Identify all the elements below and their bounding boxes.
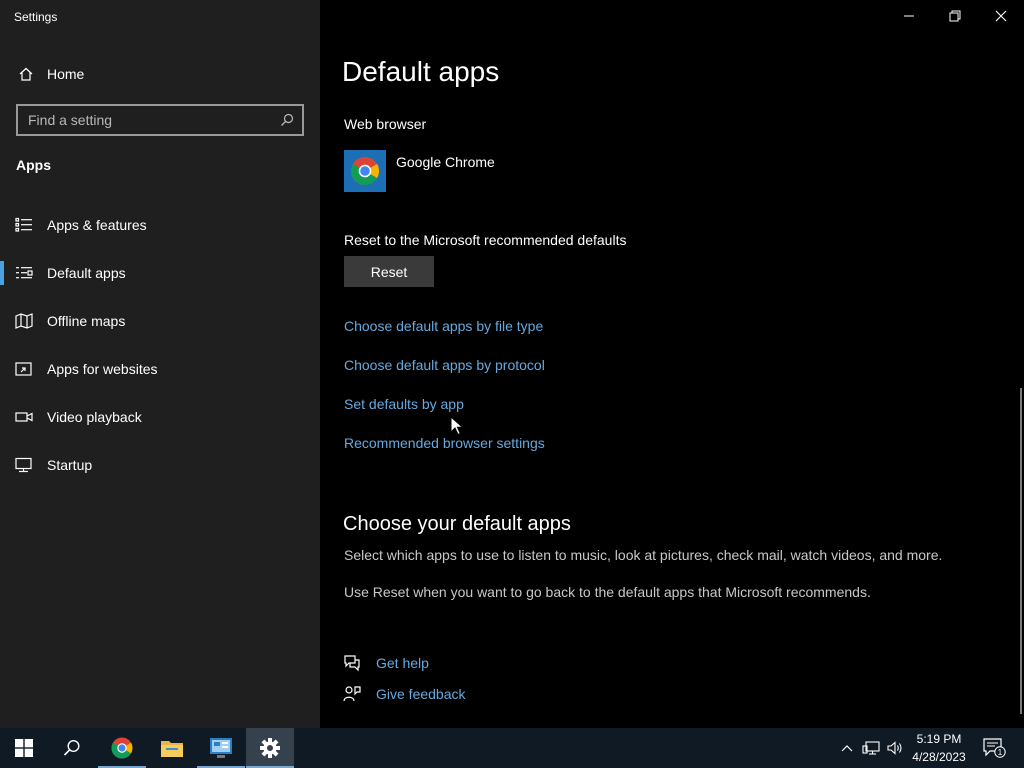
minimize-button[interactable] xyxy=(886,0,932,32)
give-feedback-label: Give feedback xyxy=(376,686,466,702)
clock-date: 4/28/2023 xyxy=(912,750,966,764)
startup-icon xyxy=(14,457,34,473)
chrome-icon xyxy=(111,737,133,759)
network-button[interactable] xyxy=(860,728,882,768)
description-text: Use Reset when you want to go back to th… xyxy=(344,584,871,600)
sidebar-item-default-apps[interactable]: Default apps xyxy=(0,249,320,297)
description-text: Select which apps to use to listen to mu… xyxy=(344,547,943,563)
close-icon xyxy=(995,10,1007,22)
window-title: Settings xyxy=(14,10,58,24)
web-browser-picker[interactable]: Google Chrome xyxy=(344,150,495,192)
settings-gear-icon xyxy=(260,738,280,758)
taskbar-search-button[interactable] xyxy=(48,728,96,768)
taskbar-control-panel[interactable] xyxy=(197,728,245,768)
link-choose-by-file-type[interactable]: Choose default apps by file type xyxy=(344,318,543,334)
get-help-label: Get help xyxy=(376,655,429,671)
reset-button[interactable]: Reset xyxy=(344,256,434,287)
web-browser-app-name: Google Chrome xyxy=(396,154,495,170)
help-chat-icon xyxy=(342,654,362,672)
search-icon xyxy=(63,739,80,756)
web-browser-label: Web browser xyxy=(344,116,427,132)
nav-home[interactable]: Home xyxy=(0,56,320,92)
section-heading: Choose your default apps xyxy=(343,513,571,535)
section-title: Apps xyxy=(16,157,51,173)
sidebar-item-label: Apps & features xyxy=(47,217,147,233)
show-hidden-icons-button[interactable] xyxy=(838,728,856,768)
taskbar: 5:19 PM 4/28/2023 1 xyxy=(0,728,1024,768)
search-input[interactable] xyxy=(18,106,268,134)
search-icon[interactable] xyxy=(280,113,294,132)
sidebar-item-startup[interactable]: Startup xyxy=(0,441,320,489)
notification-count: 1 xyxy=(998,748,1003,757)
sidebar-item-offline-maps[interactable]: Offline maps xyxy=(0,297,320,345)
close-button[interactable] xyxy=(978,0,1024,32)
sidebar-item-label: Video playback xyxy=(47,409,142,425)
action-center-button[interactable]: 1 xyxy=(978,728,1010,768)
sidebar-item-video-playback[interactable]: Video playback xyxy=(0,393,320,441)
link-window-icon xyxy=(14,361,34,377)
file-explorer-icon xyxy=(161,741,183,757)
chevron-up-icon xyxy=(841,745,853,752)
map-icon xyxy=(14,313,34,329)
video-icon xyxy=(14,409,34,425)
nav-list: Apps & features Default apps Offline map… xyxy=(0,201,320,489)
taskbar-settings[interactable] xyxy=(246,728,294,768)
page-title: Default apps xyxy=(342,56,500,87)
restore-button[interactable] xyxy=(932,0,978,32)
sidebar-item-label: Startup xyxy=(47,457,93,473)
sidebar-item-label: Default apps xyxy=(47,265,126,281)
sidebar: Settings Home Apps Apps & features Defau… xyxy=(0,0,320,728)
control-panel-icon xyxy=(210,738,232,758)
search-box[interactable] xyxy=(16,104,304,136)
sidebar-item-apps-for-websites[interactable]: Apps for websites xyxy=(0,345,320,393)
notification-icon: 1 xyxy=(983,738,1006,758)
taskbar-chrome[interactable] xyxy=(98,728,146,768)
sidebar-item-label: Apps for websites xyxy=(47,361,158,377)
clock[interactable]: 5:19 PM 4/28/2023 xyxy=(906,728,972,768)
link-choose-by-protocol[interactable]: Choose default apps by protocol xyxy=(344,357,545,373)
nav-home-label: Home xyxy=(47,66,85,82)
volume-button[interactable] xyxy=(884,728,906,768)
scrollbar[interactable] xyxy=(1020,388,1022,714)
list-icon xyxy=(14,217,34,233)
sidebar-item-label: Offline maps xyxy=(47,313,126,329)
sidebar-item-apps-features[interactable]: Apps & features xyxy=(0,201,320,249)
mouse-cursor-icon xyxy=(450,415,464,441)
link-set-defaults-by-app[interactable]: Set defaults by app xyxy=(344,396,464,412)
give-feedback-link[interactable]: Give feedback xyxy=(342,685,466,703)
reset-label: Reset to the Microsoft recommended defau… xyxy=(344,232,627,248)
feedback-icon xyxy=(342,685,362,703)
network-icon xyxy=(862,741,880,755)
main-content: Default apps Web browser Google Chrome R… xyxy=(320,0,1024,728)
default-apps-icon xyxy=(14,265,34,281)
link-recommended-browser-settings[interactable]: Recommended browser settings xyxy=(344,435,545,451)
minimize-icon xyxy=(904,15,914,17)
start-icon xyxy=(15,739,33,757)
home-icon xyxy=(16,66,36,82)
volume-icon xyxy=(887,741,902,755)
get-help-link[interactable]: Get help xyxy=(342,654,429,672)
start-button[interactable] xyxy=(0,728,48,768)
chrome-icon xyxy=(344,150,386,192)
taskbar-file-explorer[interactable] xyxy=(148,728,196,768)
restore-icon xyxy=(949,10,961,22)
clock-time: 5:19 PM xyxy=(916,732,962,746)
